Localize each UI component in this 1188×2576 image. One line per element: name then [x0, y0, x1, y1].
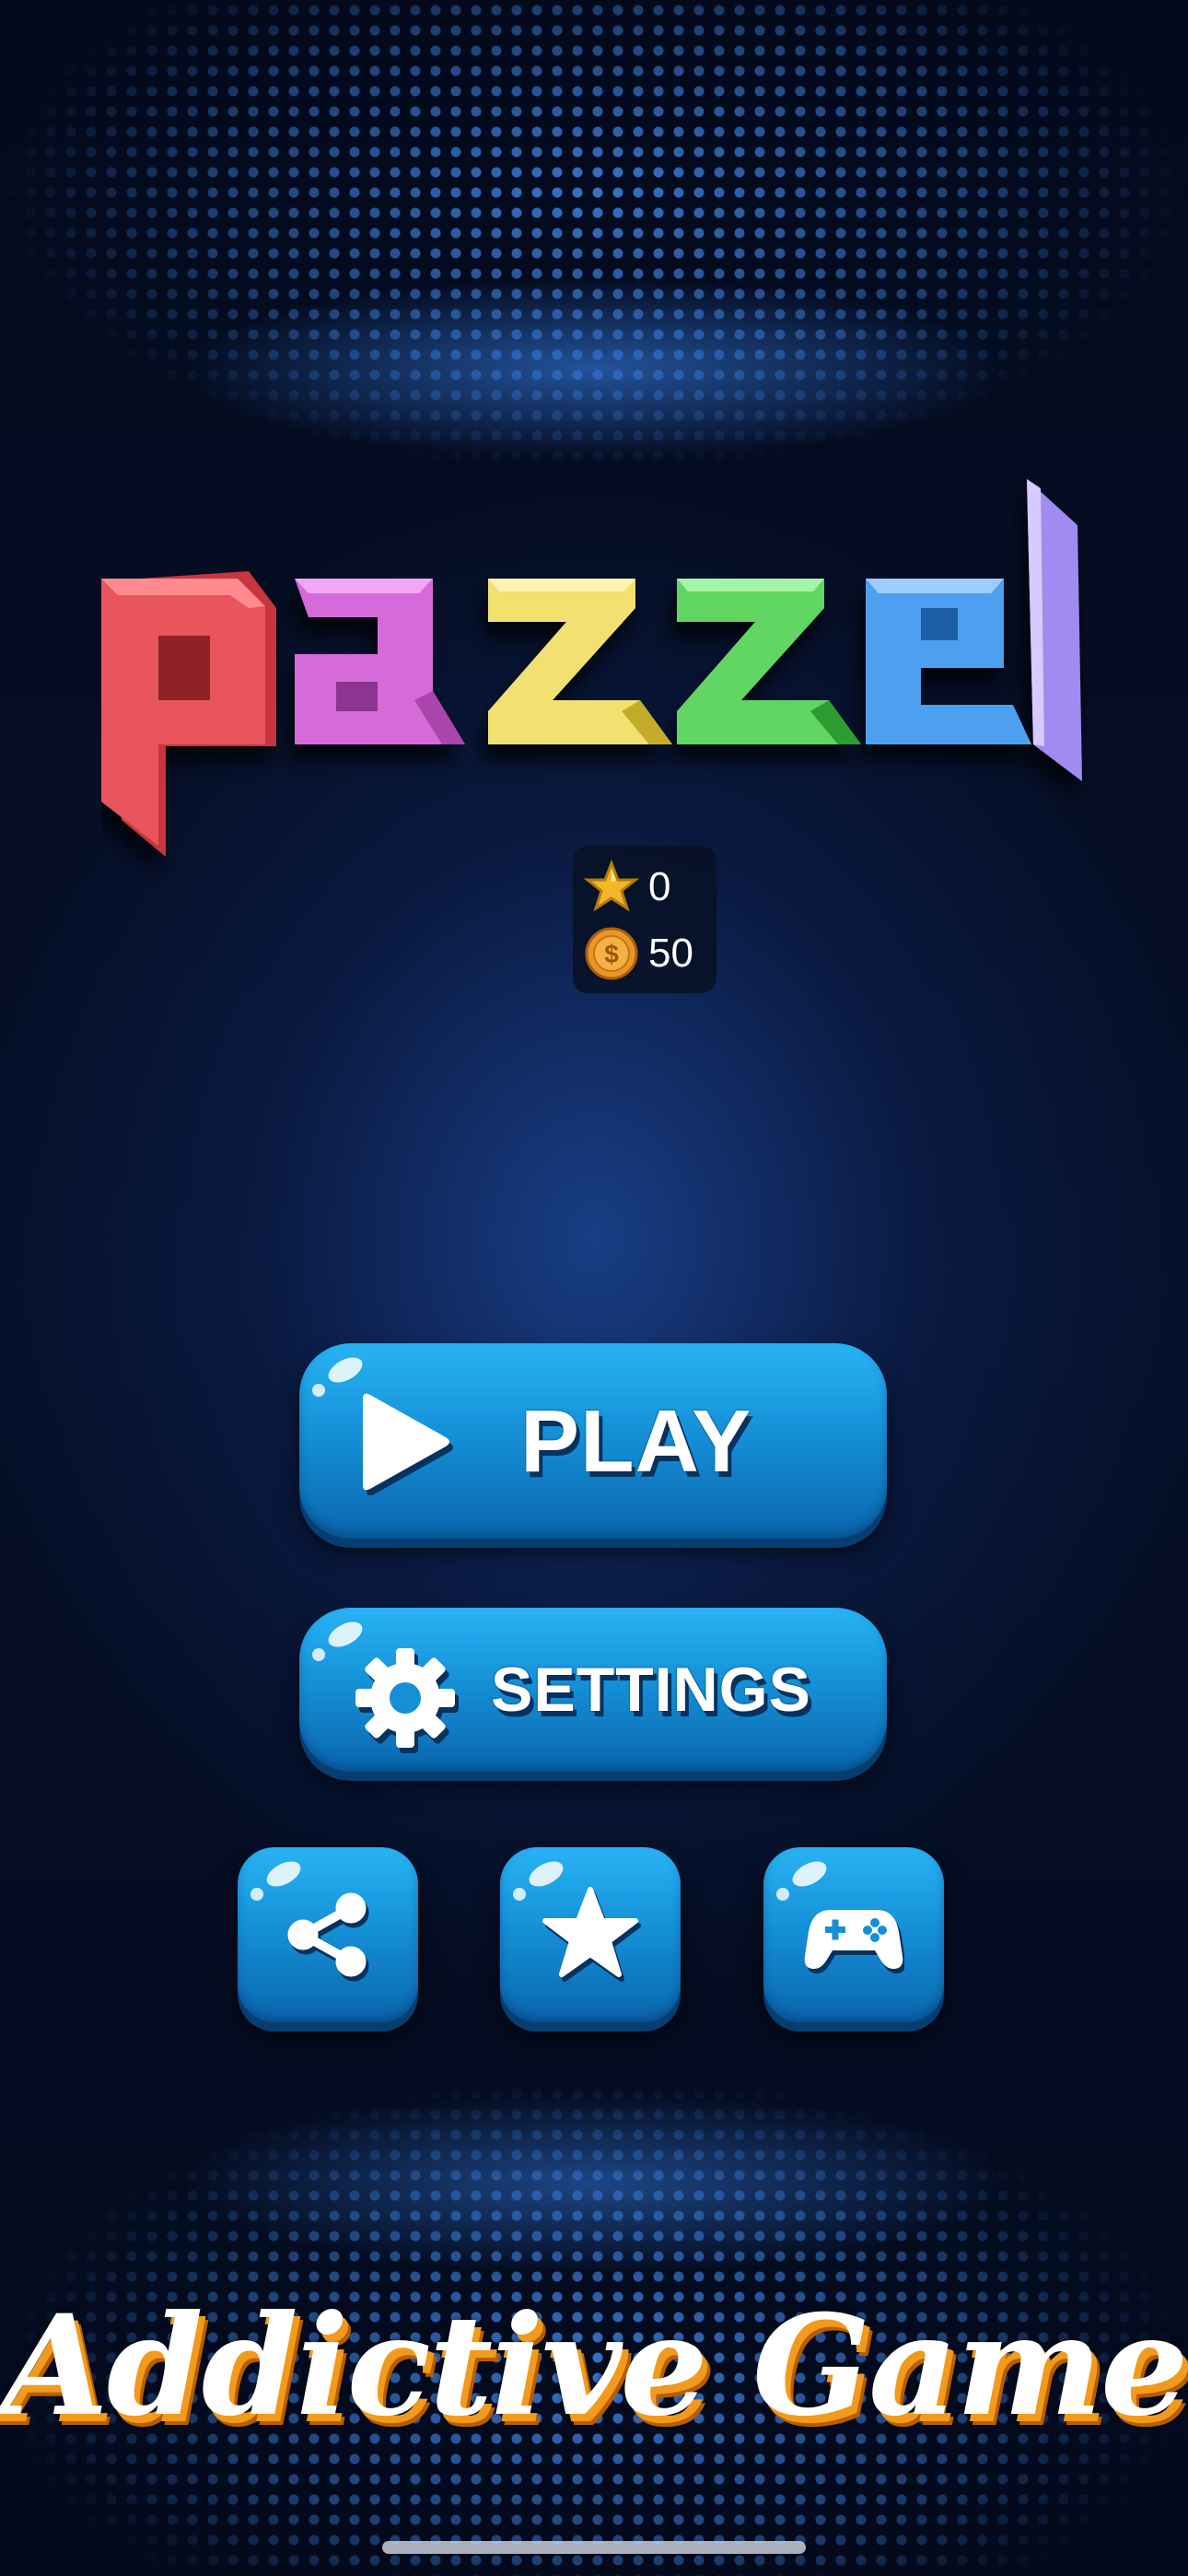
- gamepad-icon: [804, 1910, 904, 1973]
- settings-button-label: SETTINGS: [491, 1655, 812, 1725]
- gear-icon: [355, 1648, 459, 1753]
- games-button[interactable]: [763, 1847, 944, 2022]
- settings-button[interactable]: SETTINGS: [299, 1608, 887, 1772]
- background-glow-top: [180, 276, 1008, 461]
- button-shine-dot: [312, 1648, 325, 1661]
- stars-counter: 0: [584, 859, 670, 916]
- share-button[interactable]: [238, 1847, 418, 2022]
- coins-count: 50: [648, 931, 693, 976]
- coin-icon: $: [585, 927, 638, 980]
- coins-counter: $ 50: [584, 925, 693, 982]
- button-shine-dot: [513, 1888, 526, 1901]
- home-indicator[interactable]: [382, 2541, 806, 2554]
- button-shine: [324, 1352, 367, 1388]
- rate-button[interactable]: [500, 1847, 681, 2022]
- svg-text:$: $: [604, 940, 619, 968]
- logo-letter-z: [488, 579, 672, 744]
- logo-letter-a: [295, 579, 465, 744]
- share-icon: [287, 1892, 369, 1982]
- button-shine-dot: [250, 1888, 263, 1901]
- logo-letter-l: [1027, 479, 1082, 781]
- logo-letter-z-2: [677, 579, 861, 744]
- button-shine-dot: [312, 1384, 325, 1397]
- currency-panel: 0 $ 50: [573, 846, 716, 993]
- background-glow-bottom: [180, 2091, 1008, 2276]
- logo-letter-p: [101, 571, 276, 857]
- play-button[interactable]: PLAY: [299, 1343, 887, 1539]
- play-button-label: PLAY: [520, 1392, 752, 1491]
- logo-letter-e: [866, 579, 1031, 744]
- main-menu-screen: 0 $ 50 PLAY SETTINGS Addictive Game: [0, 0, 1188, 2576]
- stars-count: 0: [648, 864, 671, 909]
- tagline: Addictive Game: [1, 2285, 1188, 2447]
- play-icon: [363, 1393, 453, 1495]
- star-icon: [584, 860, 639, 912]
- star-icon: [542, 1887, 641, 1982]
- button-shine-dot: [776, 1888, 789, 1901]
